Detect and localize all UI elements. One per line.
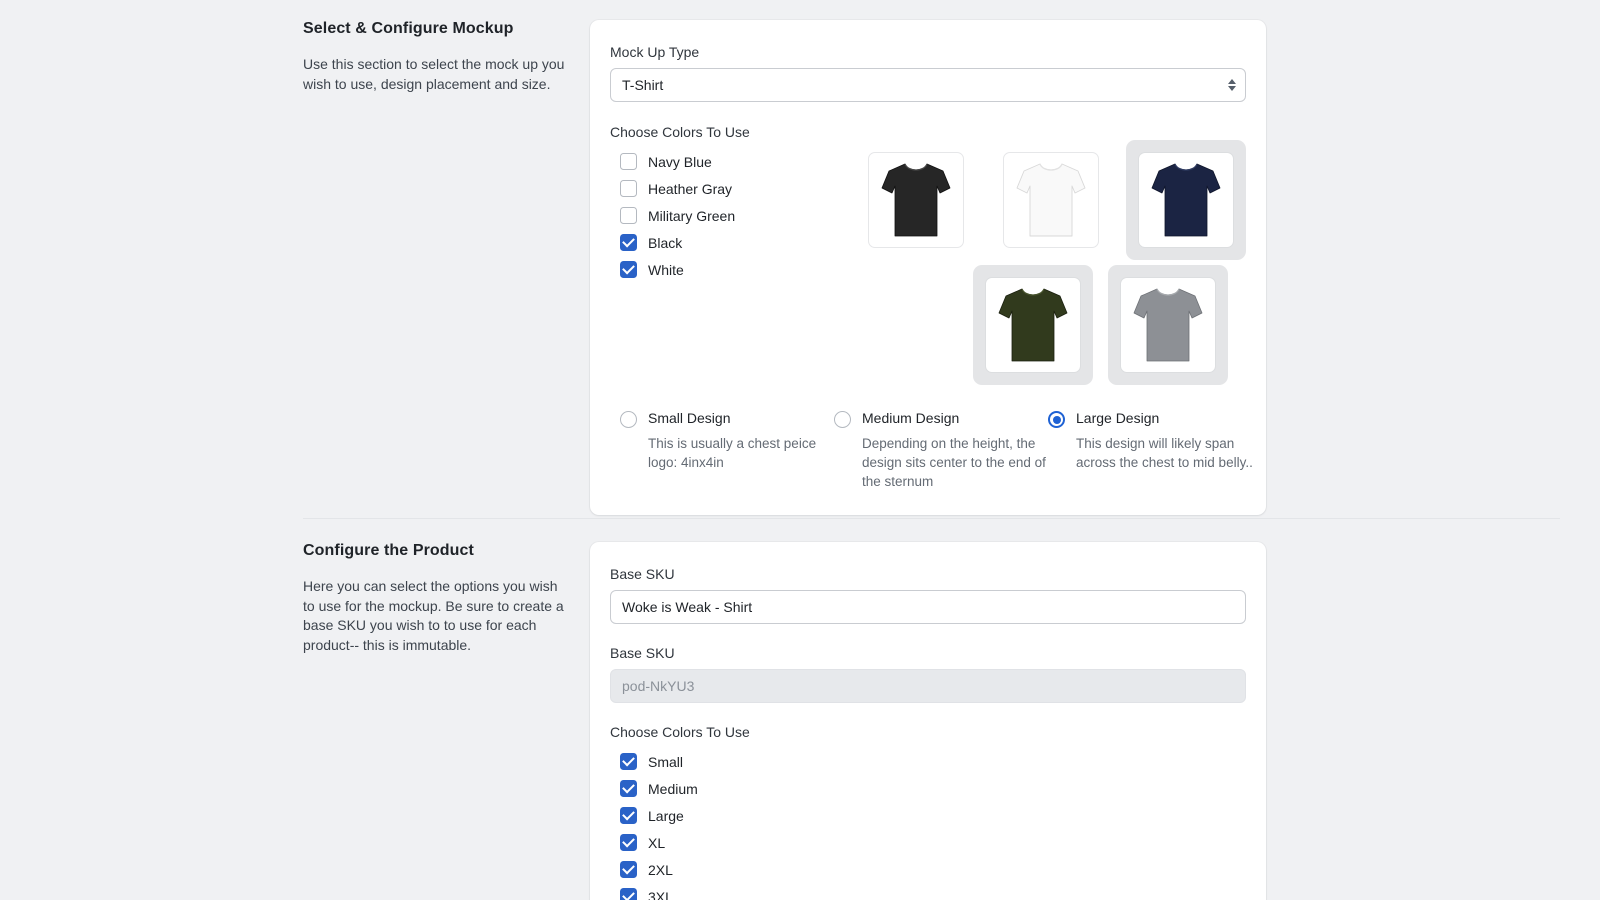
tshirt-icon-white [1016,163,1086,237]
section-2-aside: Configure the Product Here you can selec… [303,542,590,655]
section-2-description: Here you can select the options you wish… [303,578,564,653]
checkbox-row-2xl[interactable]: 2XL [620,856,1246,883]
checkbox-row-3xl[interactable]: 3XL [620,883,1246,900]
checkbox-label-medium: Medium [648,780,698,797]
shirt-swatch-row-2 [973,265,1246,385]
checkbox-label-heather-gray: Heather Gray [648,180,733,197]
shirt-swatch-military-green-frame [985,277,1081,373]
page-root: Select & Configure Mockup Use this secti… [0,0,1600,900]
checkbox-black[interactable] [620,234,637,251]
shirt-swatch-heather-gray-frame [1120,277,1216,373]
checkbox-2xl[interactable] [620,861,637,878]
sku-name-input[interactable]: Woke is Weak - Shirt [610,590,1246,624]
checkbox-row-xl[interactable]: XL [620,829,1246,856]
sku-name-label: Base SKU [610,566,675,582]
checkbox-row-small[interactable]: Small [620,748,1246,775]
product-sizes-label: Choose Colors To Use [610,724,750,740]
section-1-title: Select & Configure Mockup [303,20,514,37]
checkbox-heather-gray[interactable] [620,180,637,197]
checkbox-row-large[interactable]: Large [620,802,1246,829]
mockup-type-select-wrap: T-Shirt [610,68,1246,102]
checkbox-medium[interactable] [620,780,637,797]
checkbox-label-xl: XL [648,834,666,851]
mockup-type-label: Mock Up Type [610,44,700,60]
checkbox-row-heather-gray[interactable]: Heather Gray [620,175,856,202]
radio-medium-design[interactable] [834,411,851,428]
shirt-swatch-black-frame [868,152,964,248]
sku-code-input: pod-NkYU3 [610,669,1246,703]
design-size-option-small[interactable]: Small Design This is usually a chest pei… [620,410,834,491]
radio-large-design[interactable] [1048,411,1065,428]
design-size-option-medium[interactable]: Medium Design Depending on the height, t… [834,410,1048,491]
checkbox-row-black[interactable]: Black [620,229,856,256]
shirt-swatch-white-frame [1003,152,1099,248]
checkbox-small[interactable] [620,753,637,770]
checkbox-label-2xl: 2XL [648,861,673,878]
section-1-description: Use this section to select the mock up y… [303,56,565,92]
shirt-swatch-white[interactable] [991,140,1111,260]
mockup-colors-list: Navy Blue Heather Gray Military Green Bl… [610,148,856,385]
radio-label-large-design: Large Design [1076,410,1160,426]
sku-code-value: pod-NkYU3 [622,678,695,694]
radio-desc-small-design: This is usually a chest peice logo: 4inx… [648,436,817,470]
checkbox-label-small: Small [648,753,684,770]
shirt-swatch-row-1 [856,140,1246,260]
radio-label-small-design: Small Design [648,410,731,426]
radio-label-medium-design: Medium Design [862,410,960,426]
checkbox-navy-blue[interactable] [620,153,637,170]
tshirt-icon-military-green [998,288,1068,362]
radio-small-design[interactable] [620,411,637,428]
shirt-swatch-grid [856,140,1246,385]
radio-desc-medium-design: Depending on the height, the design sits… [862,436,1046,489]
product-card: Base SKU Woke is Weak - Shirt Base SKU p… [590,542,1266,900]
shirt-swatch-military-green[interactable] [973,265,1093,385]
design-size-option-large[interactable]: Large Design This design will likely spa… [1048,410,1262,491]
section-divider [303,518,1560,519]
mockup-type-value: T-Shirt [622,77,664,93]
section-2-title: Configure the Product [303,542,474,559]
checkbox-large[interactable] [620,807,637,824]
checkbox-label-black: Black [648,234,683,251]
checkbox-label-large: Large [648,807,684,824]
sku-code-label: Base SKU [610,645,675,661]
checkbox-row-white[interactable]: White [620,256,856,283]
sku-name-value: Woke is Weak - Shirt [622,599,753,615]
tshirt-icon-heather-gray [1133,288,1203,362]
checkbox-white[interactable] [620,261,637,278]
mockup-card: Mock Up Type T-Shirt Choose Colors To Us… [590,20,1266,515]
checkbox-3xl[interactable] [620,888,637,900]
shirt-swatch-navy-blue-frame [1138,152,1234,248]
radio-desc-large-design: This design will likely span across the … [1076,436,1253,470]
shirt-swatch-black[interactable] [856,140,976,260]
section-1-aside: Select & Configure Mockup Use this secti… [303,20,590,94]
checkbox-row-navy-blue[interactable]: Navy Blue [620,148,856,175]
checkbox-label-white: White [648,261,684,278]
tshirt-icon-black [881,163,951,237]
section-configure-product: Configure the Product Here you can selec… [0,542,1600,900]
checkbox-row-military-green[interactable]: Military Green [620,202,856,229]
checkbox-xl[interactable] [620,834,637,851]
shirt-swatch-heather-gray[interactable] [1108,265,1228,385]
mockup-colors-label: Choose Colors To Use [610,124,750,140]
product-sizes-list: Small Medium Large XL 2XL 3XL [610,748,1246,900]
checkbox-row-medium[interactable]: Medium [620,775,1246,802]
mockup-type-select[interactable]: T-Shirt [610,68,1246,102]
design-size-radio-group: Small Design This is usually a chest pei… [610,410,1253,491]
tshirt-icon-navy-blue [1151,163,1221,237]
shirt-swatch-navy-blue[interactable] [1126,140,1246,260]
checkbox-label-navy-blue: Navy Blue [648,153,712,170]
section-select-configure-mockup: Select & Configure Mockup Use this secti… [0,0,1600,515]
checkbox-military-green[interactable] [620,207,637,224]
checkbox-label-military-green: Military Green [648,207,736,224]
checkbox-label-3xl: 3XL [648,888,673,900]
